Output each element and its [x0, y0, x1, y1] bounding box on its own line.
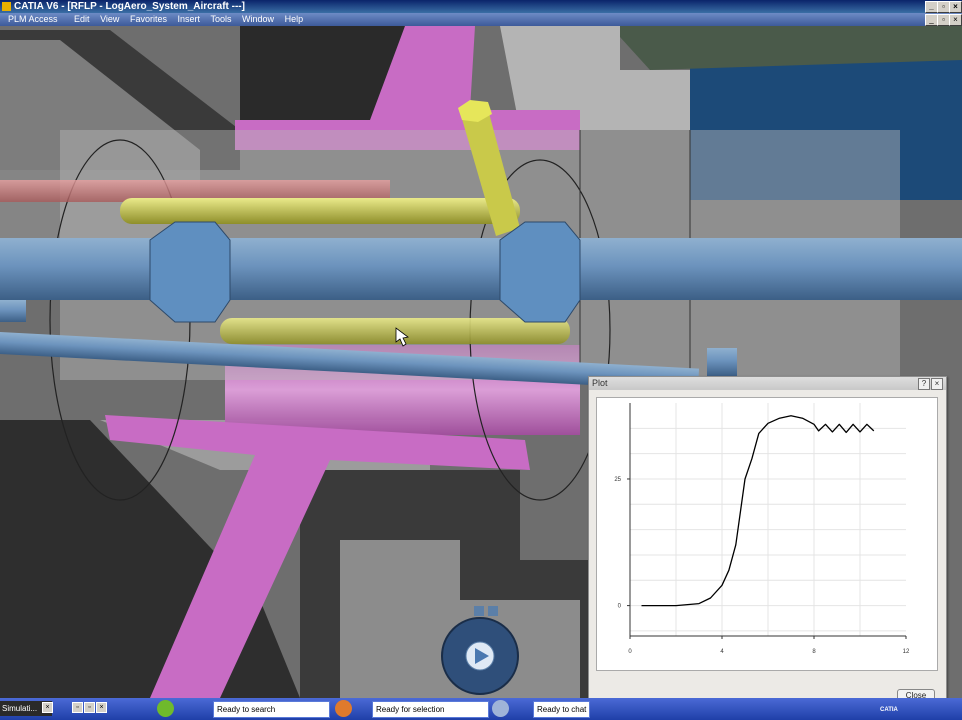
- step-forward-icon[interactable]: [488, 606, 498, 616]
- catia-brand-logo: CATIA: [880, 707, 898, 713]
- window-title: CATIA V6 - [RFLP - LogAero_System_Aircra…: [14, 1, 245, 12]
- selection-status-field[interactable]: Ready for selection: [372, 701, 489, 718]
- pipe-stub: [707, 348, 737, 376]
- plot-dialog-title-bar: Plot ? ×: [589, 377, 946, 390]
- close-document-button[interactable]: ×: [949, 14, 962, 26]
- search-status-field[interactable]: Ready to search: [213, 701, 330, 718]
- y-tick-label: 25: [614, 477, 621, 483]
- y-tick-label: 0: [618, 604, 622, 610]
- plot-area: 0 4 8 12 0 25: [596, 397, 938, 671]
- chat-orb-icon[interactable]: [492, 700, 509, 717]
- taskbar-restore-button[interactable]: ▫: [72, 702, 83, 713]
- selection-orb-icon[interactable]: [335, 700, 352, 717]
- x-tick-label: 4: [720, 649, 724, 655]
- menu-bar: PLM Access Edit View Favorites Insert To…: [0, 13, 962, 26]
- x-tick-label: 8: [812, 649, 816, 655]
- x-tick-label: 12: [903, 649, 910, 655]
- close-x-button[interactable]: ×: [931, 378, 943, 390]
- help-button[interactable]: ?: [918, 378, 930, 390]
- yellow-rod-top: [120, 198, 520, 224]
- catia-app-icon: [2, 2, 11, 11]
- taskbar-close-button[interactable]: ×: [96, 702, 107, 713]
- taskbar: Simulati... × ▫ ▫ × Ready to search Read…: [0, 698, 962, 720]
- pipe-stub: [0, 300, 26, 322]
- menu-edit[interactable]: Edit: [74, 14, 90, 24]
- chat-status-field[interactable]: Ready to chat: [533, 701, 590, 718]
- menu-favorites[interactable]: Favorites: [130, 14, 167, 24]
- pipe-coupling-left: [149, 221, 231, 323]
- pipe-coupling-right: [499, 221, 581, 323]
- close-window-button[interactable]: ×: [949, 1, 962, 13]
- plot-dialog-title: Plot: [592, 378, 608, 388]
- menu-insert[interactable]: Insert: [177, 14, 200, 24]
- taskbar-maximize-button[interactable]: ▫: [84, 702, 95, 713]
- menu-plm-access[interactable]: PLM Access: [8, 14, 58, 24]
- menu-window[interactable]: Window: [242, 14, 274, 24]
- main-blue-pipe: [0, 238, 962, 300]
- menu-tools[interactable]: Tools: [211, 14, 232, 24]
- plot-dialog: Plot ? × 0 4 8 12 0 25 Close: [588, 376, 947, 706]
- pause-icon[interactable]: [474, 606, 484, 616]
- menu-view[interactable]: View: [100, 14, 119, 24]
- window-title-bar: CATIA V6 - [RFLP - LogAero_System_Aircra…: [0, 0, 962, 13]
- search-orb-icon[interactable]: [157, 700, 174, 717]
- menu-help[interactable]: Help: [285, 14, 304, 24]
- yellow-rod-bottom: [220, 318, 570, 344]
- taskbar-close-button[interactable]: ×: [42, 702, 53, 713]
- x-tick-label: 0: [628, 649, 632, 655]
- line-chart: 0 4 8 12 0 25: [614, 403, 910, 655]
